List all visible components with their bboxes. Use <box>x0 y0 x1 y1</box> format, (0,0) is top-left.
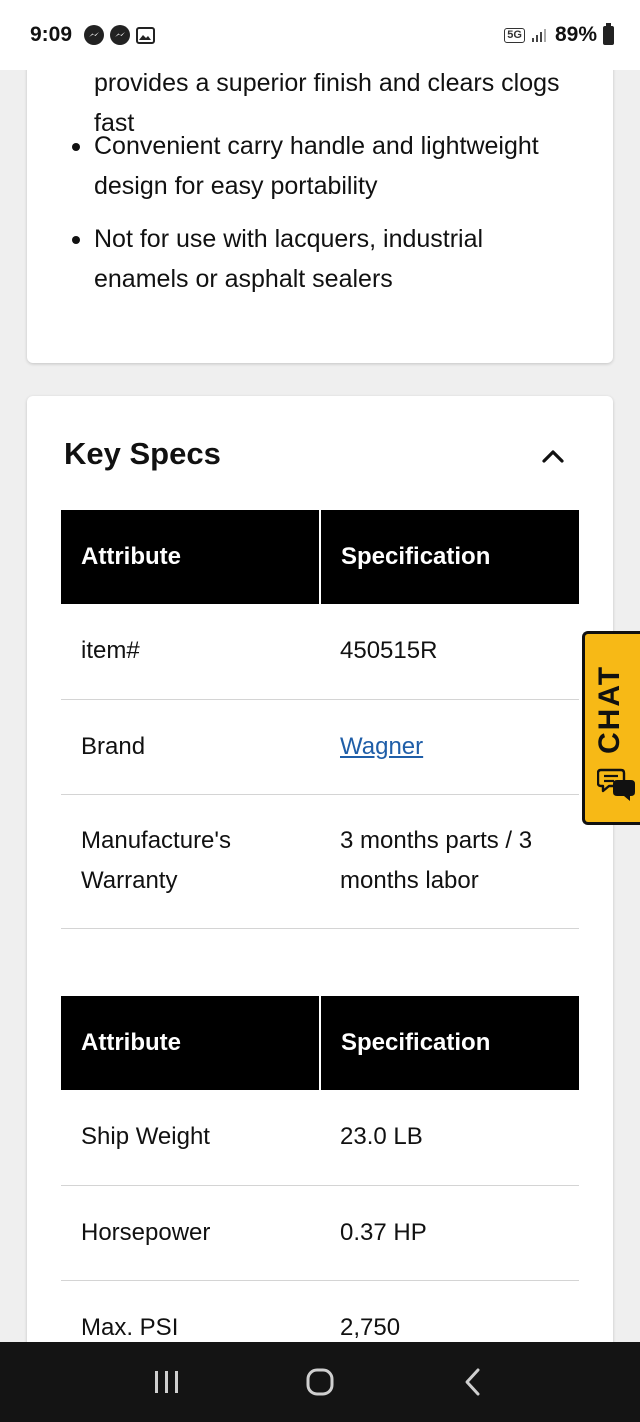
table-row: Manufacture's Warranty 3 months parts / … <box>61 794 579 929</box>
specs-table: Attribute Specification Ship Weight 23.0… <box>61 996 579 1342</box>
notification-icons <box>84 25 156 45</box>
chat-button[interactable]: CHAT <box>582 631 640 825</box>
table-row: Max. PSI 2,750 <box>61 1280 579 1342</box>
specification-cell: Wagner <box>320 699 579 795</box>
table-header-row: Attribute Specification <box>61 996 579 1090</box>
bullet-icon <box>72 143 80 151</box>
specification-cell: 0.37 HP <box>320 1185 579 1281</box>
specification-cell: 2,750 <box>320 1280 579 1342</box>
specification-cell: 23.0 LB <box>320 1090 579 1186</box>
attribute-cell: Max. PSI <box>61 1280 320 1342</box>
column-header-specification: Specification <box>319 996 579 1090</box>
chat-label: CHAT <box>593 664 626 754</box>
chevron-up-icon <box>542 450 564 463</box>
table-row: item# 450515R <box>61 604 579 700</box>
column-header-specification: Specification <box>319 510 579 604</box>
specification-cell: 3 months parts / 3 months labor <box>320 794 579 929</box>
battery-icon <box>603 22 614 45</box>
feature-item: Not for use with lacquers, industrial en… <box>27 219 613 299</box>
attribute-cell: Manufacture's Warranty <box>61 794 320 929</box>
column-header-attribute: Attribute <box>61 510 320 604</box>
chat-bubble-icon <box>597 768 635 801</box>
home-icon <box>306 1368 334 1396</box>
battery-percentage: 89% <box>554 23 597 46</box>
recent-apps-button[interactable] <box>137 1352 197 1412</box>
gallery-icon <box>136 26 156 44</box>
brand-link[interactable]: Wagner <box>340 733 423 760</box>
table-row: Ship Weight 23.0 LB <box>61 1090 579 1186</box>
specification-cell: 450515R <box>320 604 579 700</box>
messenger-icon <box>110 25 131 45</box>
specs-table: Attribute Specification item# 450515R Br… <box>61 510 579 929</box>
feature-item: Convenient carry handle and lightweight … <box>27 126 613 206</box>
table-row: Horsepower 0.37 HP <box>61 1185 579 1281</box>
network-type-indicator: 5G <box>504 27 525 43</box>
back-button[interactable] <box>443 1352 503 1412</box>
attribute-cell: Horsepower <box>61 1185 320 1281</box>
section-title: Key Specs <box>64 436 221 471</box>
attribute-cell: Ship Weight <box>61 1090 320 1186</box>
status-bar: 9:09 5G 89% <box>0 0 640 70</box>
recent-apps-icon <box>154 1371 178 1393</box>
attribute-cell: Brand <box>61 699 320 795</box>
attribute-cell: item# <box>61 604 320 700</box>
navigation-bar <box>0 1342 640 1422</box>
home-button[interactable] <box>290 1352 350 1412</box>
back-icon <box>465 1368 480 1396</box>
table-header-row: Attribute Specification <box>61 510 579 604</box>
collapse-button[interactable] <box>535 438 571 474</box>
page-content[interactable]: provides a superior finish and clears cl… <box>0 70 640 1342</box>
column-header-attribute: Attribute <box>61 996 320 1090</box>
features-card: provides a superior finish and clears cl… <box>27 70 613 363</box>
messenger-icon <box>84 25 105 45</box>
status-time: 9:09 <box>30 23 73 46</box>
signal-icon <box>531 29 546 42</box>
key-specs-card: Key Specs Attribute Specification item# … <box>27 396 613 1342</box>
table-row: Brand Wagner <box>61 699 579 795</box>
bullet-icon <box>72 236 80 244</box>
